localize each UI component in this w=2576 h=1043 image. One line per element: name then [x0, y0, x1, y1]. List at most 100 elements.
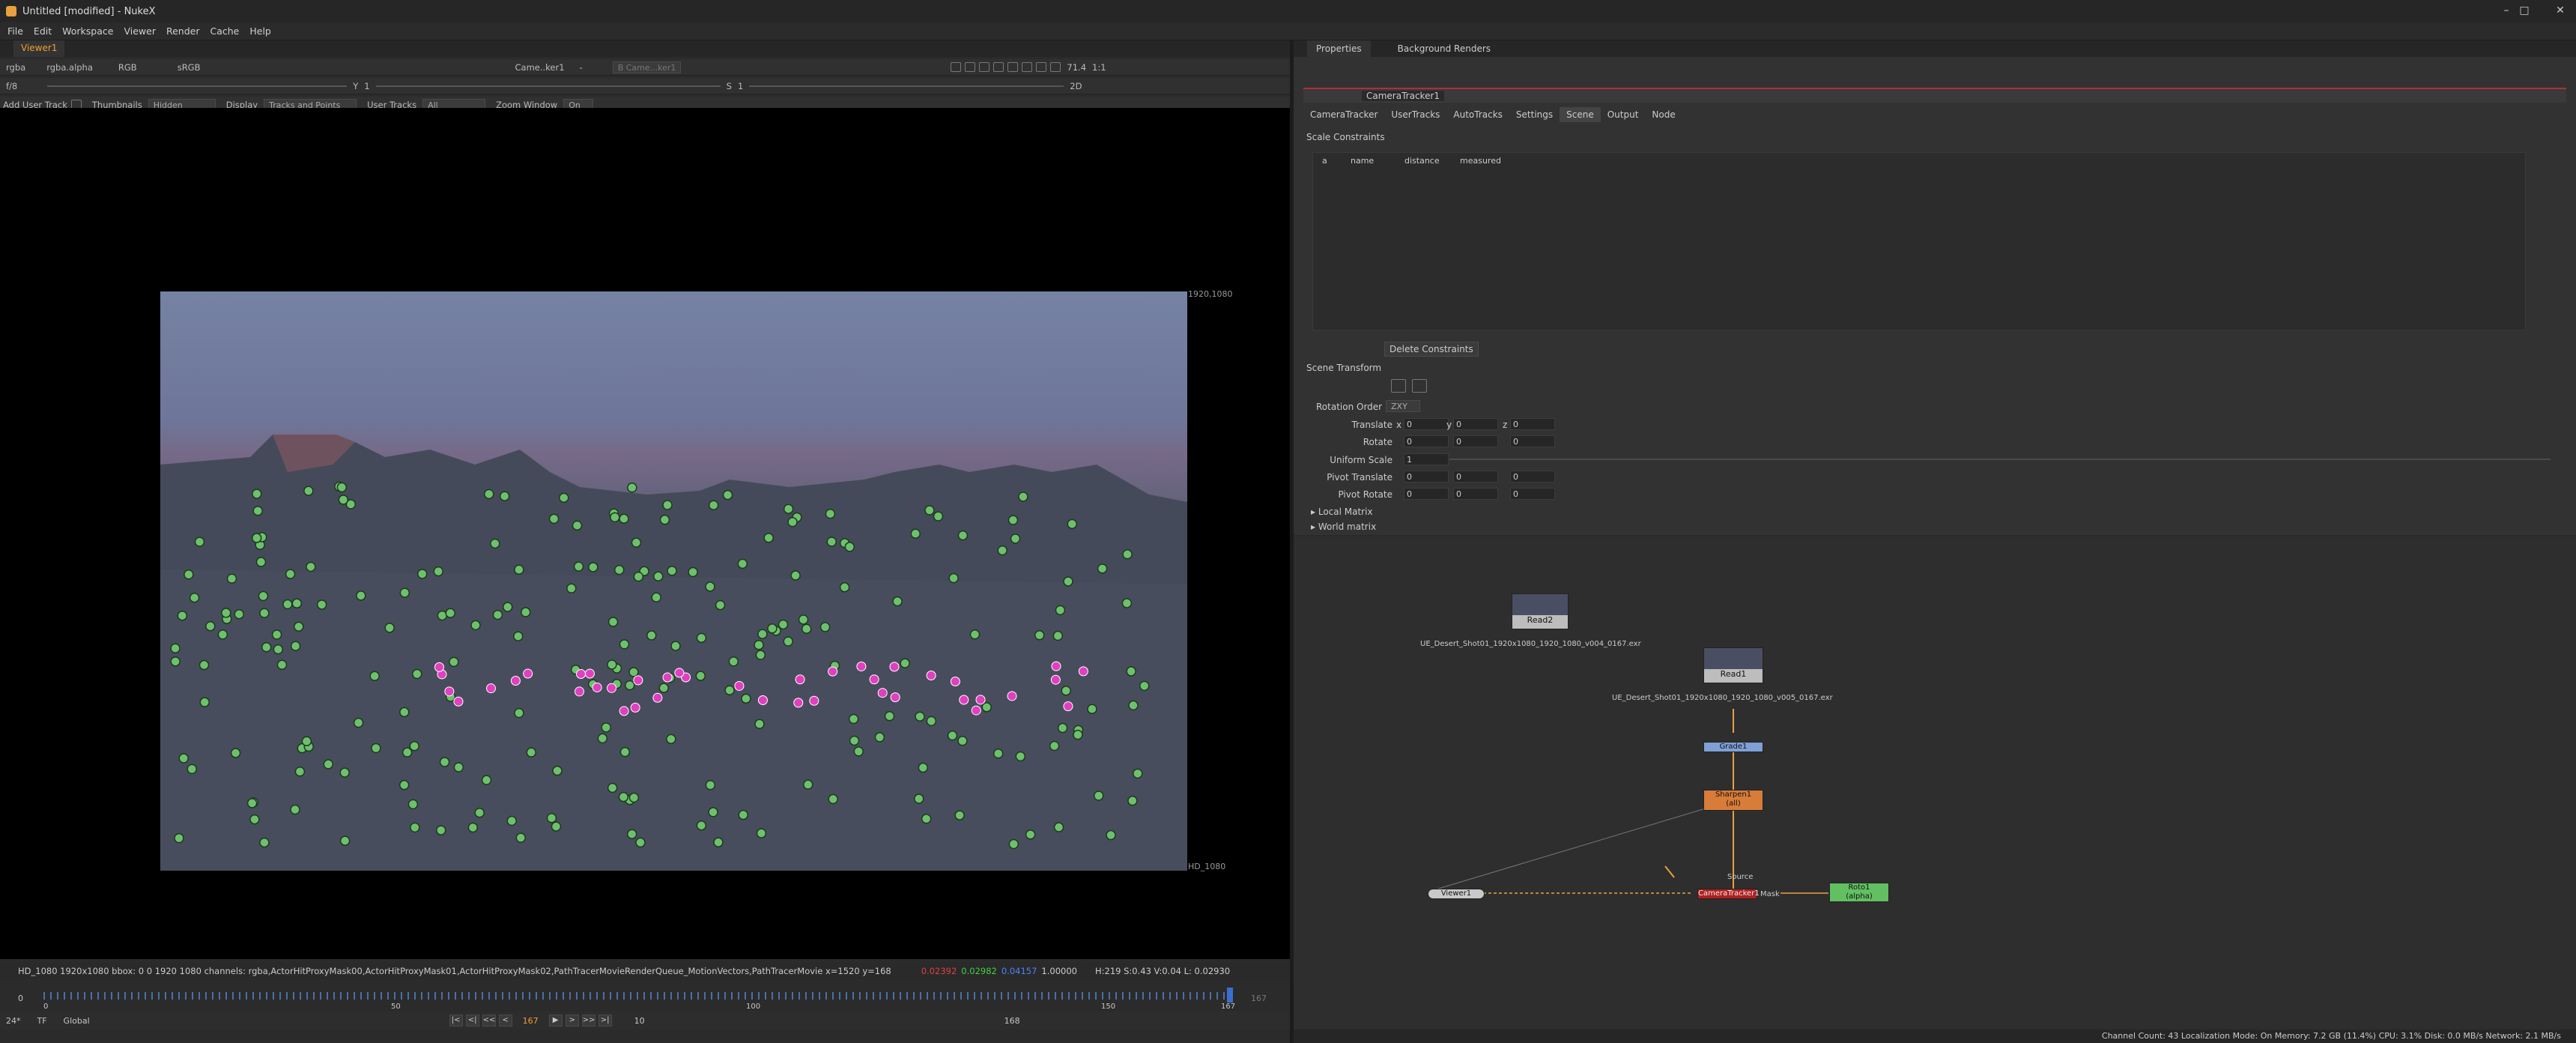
first-frame-icon[interactable]: |<: [449, 1015, 463, 1027]
track-point[interactable]: [521, 607, 531, 617]
track-point[interactable]: [892, 596, 903, 607]
tab-settings[interactable]: Settings: [1509, 107, 1560, 122]
track-point[interactable]: [572, 520, 583, 531]
pivot-translate-y[interactable]: 0: [1453, 471, 1498, 483]
track-point[interactable]: [828, 793, 838, 805]
track-point[interactable]: [1049, 740, 1060, 752]
track-point[interactable]: [1097, 563, 1108, 574]
track-point[interactable]: [628, 667, 639, 677]
rejected-track-point[interactable]: [630, 702, 640, 713]
pivot-translate-x[interactable]: 0: [1404, 471, 1449, 483]
track-point[interactable]: [957, 530, 969, 541]
track-point[interactable]: [628, 792, 640, 803]
track-point[interactable]: [259, 608, 270, 619]
track-point[interactable]: [339, 767, 350, 778]
rejected-track-point[interactable]: [975, 695, 986, 705]
track-point[interactable]: [566, 583, 577, 593]
menu-viewer[interactable]: Viewer: [124, 25, 156, 37]
track-point[interactable]: [708, 807, 718, 817]
track-point[interactable]: [1133, 768, 1143, 779]
input-b-dropdown[interactable]: B Came...ker1: [612, 61, 682, 73]
rejected-track-point[interactable]: [584, 668, 595, 679]
rejected-track-point[interactable]: [950, 676, 960, 686]
rejected-track-point[interactable]: [890, 692, 900, 703]
overlay-icon[interactable]: [993, 62, 1004, 72]
track-point[interactable]: [708, 500, 719, 510]
rejected-track-point[interactable]: [856, 661, 867, 671]
track-point[interactable]: [1067, 519, 1078, 530]
track-point[interactable]: [1010, 533, 1021, 544]
track-point[interactable]: [969, 629, 981, 640]
track-point[interactable]: [635, 837, 646, 848]
track-point[interactable]: [914, 793, 924, 804]
track-point[interactable]: [1139, 680, 1150, 692]
track-point[interactable]: [546, 813, 557, 823]
track-point[interactable]: [177, 610, 188, 621]
track-point[interactable]: [481, 775, 492, 785]
tab-properties[interactable]: Properties: [1307, 40, 1371, 57]
track-point[interactable]: [619, 639, 630, 650]
prev-frame-icon[interactable]: <: [498, 1015, 512, 1027]
rejected-track-point[interactable]: [607, 683, 617, 693]
rejected-track-point[interactable]: [877, 688, 888, 698]
track-point[interactable]: [631, 537, 642, 548]
track-point[interactable]: [261, 641, 272, 653]
track-point[interactable]: [1122, 549, 1133, 560]
track-point[interactable]: [948, 572, 959, 584]
track-point[interactable]: [1087, 704, 1097, 714]
track-point[interactable]: [499, 491, 510, 501]
track-point[interactable]: [757, 629, 768, 639]
track-point[interactable]: [453, 762, 464, 773]
rejected-track-point[interactable]: [510, 676, 521, 686]
track-point[interactable]: [696, 632, 707, 644]
roi-icon[interactable]: [951, 62, 962, 72]
track-point[interactable]: [189, 592, 200, 603]
track-point[interactable]: [559, 492, 569, 504]
cameratracker1-node[interactable]: CameraTracker1: [1697, 889, 1760, 899]
track-point[interactable]: [513, 631, 524, 641]
track-point[interactable]: [174, 832, 184, 844]
track-point[interactable]: [705, 581, 715, 592]
track-point[interactable]: [954, 810, 965, 820]
track-point[interactable]: [492, 609, 503, 620]
menu-workspace[interactable]: Workspace: [62, 25, 113, 37]
track-point[interactable]: [613, 564, 625, 575]
track-point[interactable]: [484, 489, 494, 500]
track-point[interactable]: [1015, 751, 1026, 762]
track-point[interactable]: [515, 832, 527, 843]
track-point[interactable]: [490, 538, 500, 549]
rejected-track-point[interactable]: [444, 686, 455, 697]
track-point[interactable]: [502, 602, 513, 612]
track-point[interactable]: [790, 570, 801, 581]
track-point[interactable]: [787, 516, 798, 527]
tab-usertracks[interactable]: UserTracks: [1384, 107, 1446, 122]
track-point[interactable]: [1127, 795, 1138, 806]
track-point[interactable]: [646, 630, 657, 641]
track-point[interactable]: [1055, 605, 1066, 616]
rejected-track-point[interactable]: [926, 671, 936, 681]
uniform-scale-field[interactable]: 1: [1404, 453, 1449, 465]
track-point[interactable]: [607, 659, 617, 670]
track-point[interactable]: [371, 743, 381, 754]
track-point[interactable]: [514, 707, 524, 719]
guides-icon[interactable]: [1007, 62, 1019, 72]
world-matrix-toggle[interactable]: ▸ World matrix: [1311, 522, 1376, 532]
track-point[interactable]: [819, 622, 831, 632]
track-point[interactable]: [666, 734, 676, 745]
track-point[interactable]: [514, 564, 524, 575]
track-point[interactable]: [252, 489, 262, 499]
track-point[interactable]: [1061, 686, 1071, 696]
tab-node[interactable]: Node: [1645, 107, 1682, 122]
channels-dropdown[interactable]: rgba: [6, 62, 25, 73]
track-point[interactable]: [1063, 576, 1073, 587]
translate-y[interactable]: 0: [1453, 418, 1498, 430]
track-point[interactable]: [184, 569, 194, 580]
constraints-table[interactable]: a name distance measured: [1312, 152, 2526, 330]
track-point[interactable]: [199, 697, 210, 707]
menu-cache[interactable]: Cache: [210, 25, 239, 37]
tab-output[interactable]: Output: [1601, 107, 1646, 122]
track-point[interactable]: [884, 711, 895, 722]
rejected-track-point[interactable]: [523, 668, 533, 679]
pivot-tool-icon[interactable]: [1412, 379, 1427, 393]
track-point[interactable]: [336, 482, 348, 493]
